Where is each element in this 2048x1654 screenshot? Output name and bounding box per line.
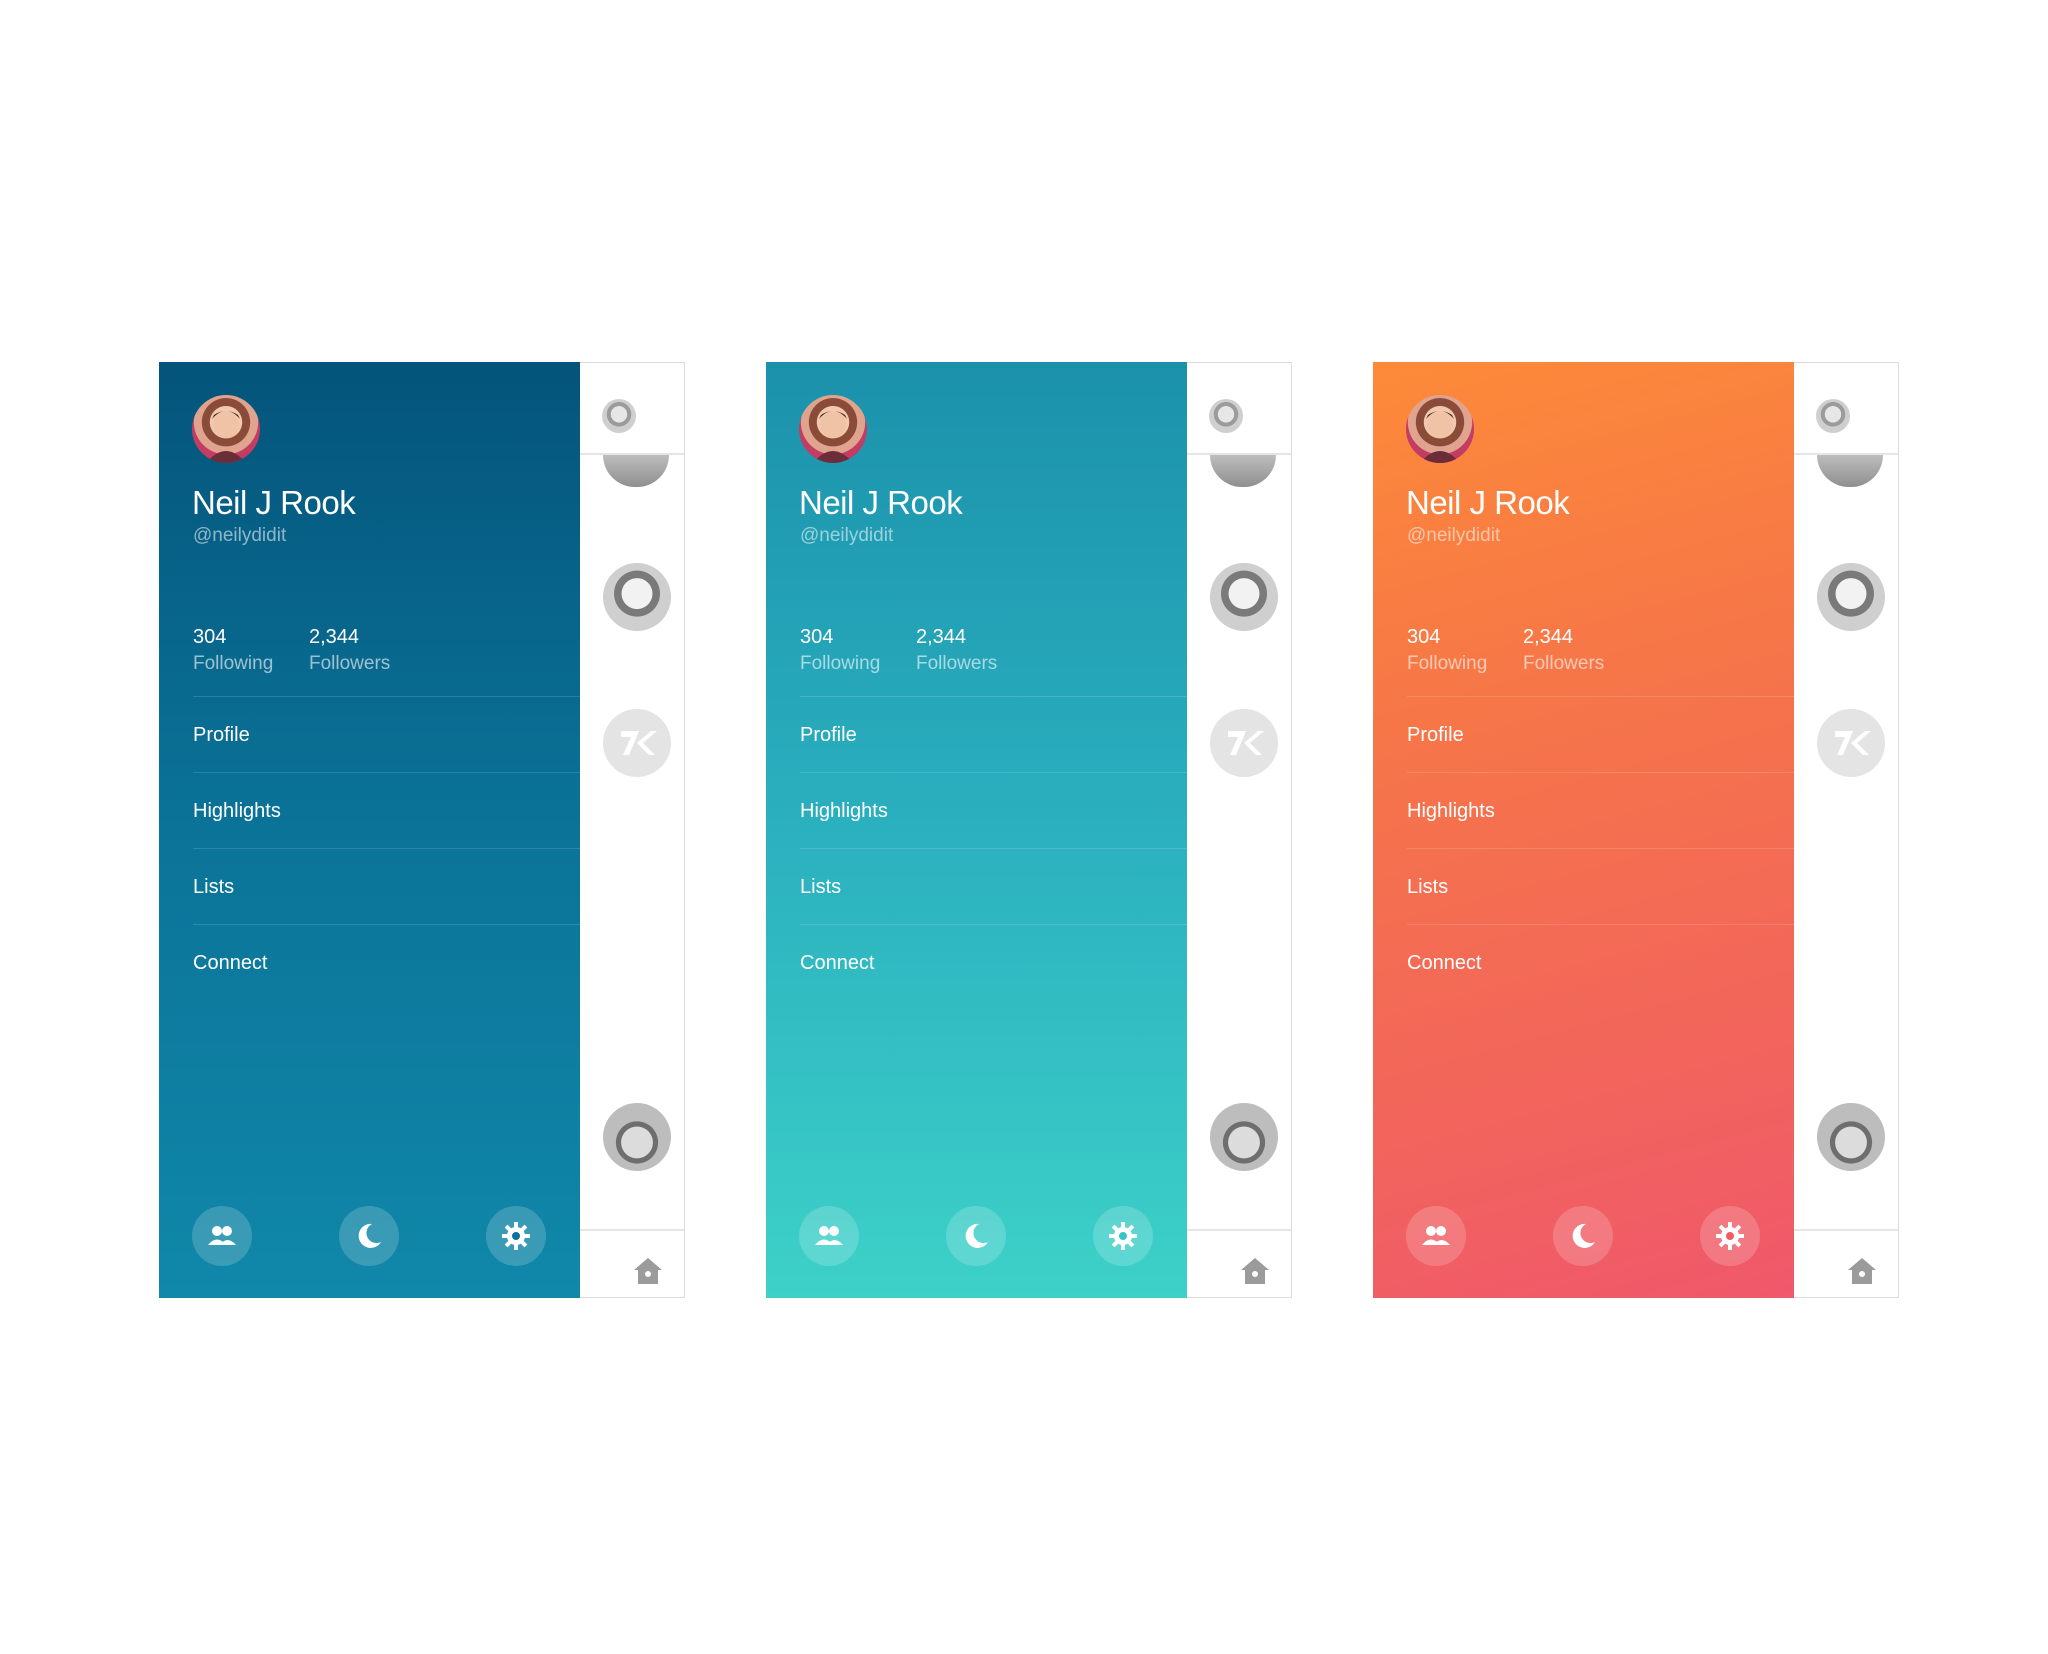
user-handle: @neilydidit [1407,525,1501,546]
menu-list: Profile Highlights Lists Connect [1407,696,1794,1000]
user-name: Neil J Rook [192,484,356,521]
avatar-woman[interactable] [1210,563,1278,631]
followers-stat[interactable]: 2,344 Followers [309,626,390,675]
night-mode-button[interactable] [339,1206,399,1266]
following-label: Following [1407,653,1488,674]
menu-item-connect[interactable]: Connect [193,924,580,1000]
divider [580,1229,684,1231]
people-button[interactable] [799,1206,859,1266]
k-logo-icon [621,731,657,755]
followers-count: 2,344 [1523,626,1574,648]
menu-list: Profile Highlights Lists Connect [800,696,1187,1000]
user-name: Neil J Rook [1406,484,1570,521]
avatar-peek [1210,455,1276,487]
k-logo-icon [1835,731,1871,755]
moon-icon [1572,1223,1595,1248]
people-icon [1422,1226,1450,1245]
followers-label: Followers [1523,653,1605,674]
following-count: 304 [1407,626,1441,648]
people-icon [208,1226,236,1245]
side-drawer: Neil J Rook @neilydidit 304 Following 2,… [1373,362,1794,1298]
menu-screen-teal: Neil J Rook @neilydidit 304 Following 2,… [766,362,1292,1298]
k-logo-icon [1228,731,1264,755]
mini-avatar[interactable] [1209,399,1243,433]
following-stat[interactable]: 304 Following [1407,626,1487,675]
gear-icon [502,1222,530,1250]
menu-item-highlights[interactable]: Highlights [800,772,1187,848]
k-logo-avatar[interactable] [1817,709,1885,777]
avatar-man-cap[interactable] [1817,1103,1885,1171]
avatar-man-cap[interactable] [1210,1103,1278,1171]
user-name: Neil J Rook [799,484,963,521]
moon-icon [358,1223,381,1248]
avatar-woman[interactable] [603,563,671,631]
home-icon[interactable] [1846,1255,1878,1287]
mini-avatar[interactable] [602,399,636,433]
menu-list: Profile Highlights Lists Connect [193,696,580,1000]
avatar[interactable] [799,395,867,463]
following-label: Following [800,653,881,674]
content-rail [1187,362,1292,1298]
menu-screen-orange: Neil J Rook @neilydidit 304 Following 2,… [1373,362,1899,1298]
people-button[interactable] [192,1206,252,1266]
menu-item-connect[interactable]: Connect [1407,924,1794,1000]
avatar[interactable] [192,395,260,463]
followers-count: 2,344 [916,626,967,648]
home-icon[interactable] [632,1255,664,1287]
menu-item-lists[interactable]: Lists [193,848,580,924]
menu-item-lists[interactable]: Lists [1407,848,1794,924]
following-count: 304 [193,626,227,648]
menu-item-profile[interactable]: Profile [193,696,580,772]
night-mode-button[interactable] [946,1206,1006,1266]
avatar[interactable] [1406,395,1474,463]
following-stat[interactable]: 304 Following [193,626,273,675]
menu-item-highlights[interactable]: Highlights [193,772,580,848]
gear-icon [1716,1222,1744,1250]
people-icon [815,1226,843,1245]
settings-button[interactable] [1093,1206,1153,1266]
followers-count: 2,344 [309,626,360,648]
settings-button[interactable] [486,1206,546,1266]
menu-item-highlights[interactable]: Highlights [1407,772,1794,848]
side-drawer: Neil J Rook @neilydidit 304 Following 2,… [766,362,1187,1298]
avatar-peek [1817,455,1883,487]
followers-label: Followers [309,653,391,674]
k-logo-avatar[interactable] [603,709,671,777]
menu-item-profile[interactable]: Profile [1407,696,1794,772]
menu-item-lists[interactable]: Lists [800,848,1187,924]
home-icon[interactable] [1239,1255,1271,1287]
following-stat[interactable]: 304 Following [800,626,880,675]
followers-label: Followers [916,653,998,674]
mini-avatar[interactable] [1816,399,1850,433]
followers-stat[interactable]: 2,344 Followers [1523,626,1604,675]
moon-icon [965,1223,988,1248]
user-handle: @neilydidit [193,525,287,546]
menu-screen-blue: Neil J Rook @neilydidit 304 Following 2,… [159,362,685,1298]
people-button[interactable] [1406,1206,1466,1266]
following-count: 304 [800,626,834,648]
avatar-woman[interactable] [1817,563,1885,631]
content-rail [580,362,685,1298]
avatar-man-cap[interactable] [603,1103,671,1171]
menu-item-connect[interactable]: Connect [800,924,1187,1000]
menu-item-profile[interactable]: Profile [800,696,1187,772]
divider [1187,1229,1291,1231]
avatar-peek [603,455,669,487]
following-label: Following [193,653,274,674]
settings-button[interactable] [1700,1206,1760,1266]
gear-icon [1109,1222,1137,1250]
content-rail [1794,362,1899,1298]
k-logo-avatar[interactable] [1210,709,1278,777]
side-drawer: Neil J Rook @neilydidit 304 Following 2,… [159,362,580,1298]
night-mode-button[interactable] [1553,1206,1613,1266]
divider [1794,1229,1898,1231]
followers-stat[interactable]: 2,344 Followers [916,626,997,675]
user-handle: @neilydidit [800,525,894,546]
